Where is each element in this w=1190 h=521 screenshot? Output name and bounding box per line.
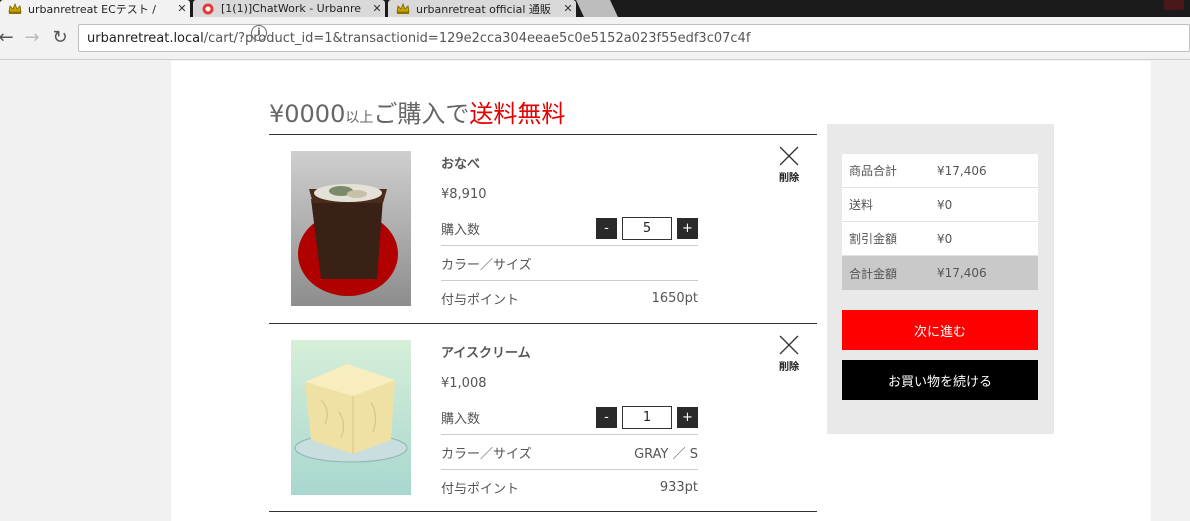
option-row: カラー／サイズ GRAY ／ S	[441, 435, 698, 470]
headline-highlight: 送料無料	[469, 100, 566, 128]
item-name: おなべ	[441, 157, 481, 172]
close-tab-icon[interactable]: ✕	[174, 2, 190, 15]
decrease-quantity-button[interactable]: -	[596, 406, 617, 428]
tab-title: [1(1)]ChatWork - Urbanre	[221, 2, 362, 15]
close-icon	[779, 146, 799, 166]
continue-shopping-button[interactable]: お買い物を続ける	[842, 360, 1038, 400]
order-summary-panel: 商品合計 ¥17,406 送料 ¥0 割引金額 ¥0 合計金額 ¥17,406 …	[827, 124, 1054, 434]
close-tab-icon[interactable]: ✕	[369, 2, 385, 15]
cart-item: アイスクリーム ¥1,008 購入数 - + カラー／サイズ GRAY ／ S …	[269, 323, 817, 512]
points-value: 933pt	[659, 480, 698, 495]
browser-tab-official-shop[interactable]: urbanretreat official 通販 ✕	[388, 0, 576, 17]
increase-quantity-button[interactable]: +	[677, 406, 698, 428]
quantity-label: 購入数	[441, 411, 481, 427]
quantity-stepper: - +	[596, 405, 698, 429]
address-bar-input[interactable]: i urbanretreat.local/cart/?product_id=1&…	[78, 24, 1190, 52]
summary-row-discount: 割引金額 ¥0	[842, 222, 1038, 256]
crown-favicon-icon	[396, 2, 410, 14]
remove-label: 削除	[779, 173, 799, 184]
option-label: カラー／サイズ	[441, 257, 532, 273]
item-name: アイスクリーム	[441, 346, 531, 361]
reload-icon[interactable]: ↻	[50, 28, 70, 48]
close-tab-icon[interactable]: ✕	[560, 2, 576, 15]
increase-quantity-button[interactable]: +	[677, 217, 698, 239]
remove-item-button[interactable]: 削除	[777, 145, 801, 184]
quantity-input[interactable]	[622, 216, 672, 240]
window-control[interactable]	[1164, 0, 1184, 10]
summary-row-shipping: 送料 ¥0	[842, 188, 1038, 222]
browser-tab-chatwork[interactable]: [1(1)]ChatWork - Urbanre ✕	[193, 0, 385, 17]
close-icon	[779, 335, 799, 355]
back-arrow-icon[interactable]: ←	[0, 28, 16, 48]
points-row: 付与ポイント 933pt	[441, 470, 698, 505]
browser-tab-ec-test[interactable]: urbanretreat ECテスト / ✕	[0, 0, 190, 17]
summary-row-subtotal: 商品合計 ¥17,406	[842, 154, 1038, 188]
summary-value: ¥17,406	[937, 163, 987, 178]
summary-label: 合計金額	[849, 266, 898, 281]
quantity-label: 購入数	[441, 222, 481, 238]
summary-label: 送料	[849, 198, 874, 212]
cart-item-list: おなべ ¥8,910 購入数 - + カラー／サイズ 付与ポイント 165	[269, 134, 817, 512]
remove-item-button[interactable]: 削除	[777, 334, 801, 373]
option-label: カラー／サイズ	[441, 446, 532, 462]
points-label: 付与ポイント	[441, 293, 520, 308]
summary-value: ¥17,406	[937, 266, 987, 280]
next-step-button[interactable]: 次に進む	[842, 310, 1038, 350]
info-icon[interactable]: i	[251, 25, 267, 41]
summary-label: 割引金額	[849, 232, 898, 246]
forward-arrow-icon[interactable]: →	[22, 28, 42, 48]
headline-suffix: 以上	[345, 110, 374, 126]
summary-row-total: 合計金額 ¥17,406	[842, 256, 1038, 290]
url-host: urbanretreat.local	[87, 30, 204, 46]
headline-mid: ご購入で	[373, 100, 470, 128]
option-value: GRAY ／ S	[634, 446, 698, 462]
quantity-stepper: - +	[596, 216, 698, 240]
item-price: ¥1,008	[441, 376, 487, 391]
product-image-nabe	[291, 151, 411, 306]
browser-tab-bar: urbanretreat ECテスト / ✕ [1(1)]ChatWork - …	[0, 0, 1190, 17]
quantity-input[interactable]	[622, 405, 672, 429]
new-tab-button[interactable]	[576, 0, 618, 17]
crown-favicon-icon	[8, 2, 22, 14]
remove-label: 削除	[779, 362, 799, 373]
headline-amount: ¥0000	[269, 100, 346, 128]
quantity-row: 購入数 - +	[441, 211, 698, 246]
option-row: カラー／サイズ	[441, 246, 698, 281]
tab-title: urbanretreat ECテスト /	[28, 2, 156, 16]
item-price: ¥8,910	[441, 187, 487, 202]
page-content: ¥0000以上ご購入で送料無料 おなべ ¥8,910 購入数 - 5 + カラー…	[171, 61, 1151, 521]
url-path: /cart/?product_id=1&transactionid=129e2c…	[203, 30, 751, 46]
tab-title: urbanretreat official 通販	[416, 2, 551, 16]
chatwork-favicon-icon	[202, 3, 214, 14]
points-label: 付与ポイント	[441, 482, 520, 497]
decrease-quantity-button[interactable]: -	[596, 217, 617, 239]
quantity-row: 購入数 - +	[441, 400, 698, 435]
order-summary-table: 商品合計 ¥17,406 送料 ¥0 割引金額 ¥0 合計金額 ¥17,406	[842, 154, 1038, 290]
cart-item: おなべ ¥8,910 購入数 - + カラー／サイズ 付与ポイント 165	[269, 134, 817, 323]
summary-label: 商品合計	[849, 164, 898, 178]
browser-toolbar: ← → ↻ i urbanretreat.local/cart/?product…	[0, 17, 1190, 60]
summary-value: ¥0	[937, 197, 953, 212]
points-value: 1650pt	[651, 291, 698, 306]
summary-value: ¥0	[937, 231, 953, 246]
product-image-ice-cream	[291, 340, 411, 495]
points-row: 付与ポイント 1650pt	[441, 281, 698, 316]
free-shipping-headline: ¥0000以上ご購入で送料無料	[269, 94, 565, 129]
